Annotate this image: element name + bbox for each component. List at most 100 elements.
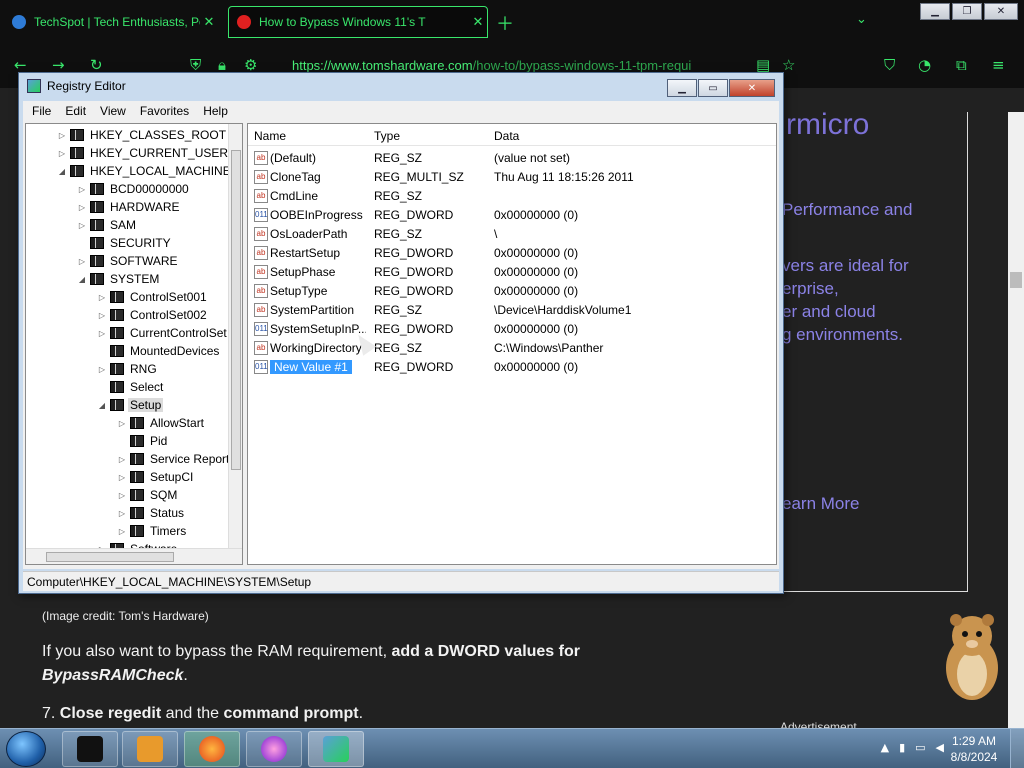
expand-arrow-icon[interactable]: ▷: [96, 293, 108, 302]
menu-file[interactable]: File: [23, 101, 56, 121]
ad-learn-more-link[interactable]: earn More: [782, 494, 859, 514]
taskbar-media-player[interactable]: [122, 731, 178, 767]
value-row[interactable]: 011 New Value #1 REG_DWORD 0x00000000 (0): [248, 358, 776, 377]
tree-node[interactable]: ▷ RNG: [96, 360, 159, 378]
tree-node[interactable]: ◢ HKEY_LOCAL_MACHINE: [56, 162, 233, 180]
tree-node[interactable]: ▷ HKEY_CURRENT_USER: [56, 144, 230, 162]
expand-arrow-icon[interactable]: ▷: [116, 473, 128, 482]
new-tab-icon[interactable]: ＋: [496, 10, 514, 36]
taskbar-explorer[interactable]: [62, 731, 118, 767]
value-row[interactable]: ab RestartSetup REG_DWORD 0x00000000 (0): [248, 244, 776, 263]
tree-node[interactable]: ▷ SOFTWARE: [76, 252, 180, 270]
tree-node[interactable]: ◢ SYSTEM: [76, 270, 161, 288]
tree-node[interactable]: ▷ ControlSet002: [96, 306, 209, 324]
tray-app-icon[interactable]: ▮: [899, 741, 905, 754]
values-list[interactable]: Name Type Data ab (Default) REG_SZ (value n…: [247, 123, 777, 565]
expand-arrow-icon[interactable]: ▷: [56, 149, 68, 158]
expand-arrow-icon[interactable]: ▷: [76, 221, 88, 230]
taskbar-regedit[interactable]: [308, 731, 364, 767]
value-row[interactable]: ab CmdLine REG_SZ: [248, 187, 776, 206]
list-tabs-icon[interactable]: ⌄: [856, 12, 867, 27]
tree-hscroll-thumb[interactable]: [46, 552, 174, 562]
value-row[interactable]: 011 OOBEInProgress REG_DWORD 0x00000000 (0): [248, 206, 776, 225]
taskbar-app[interactable]: [246, 731, 302, 767]
menu-favorites[interactable]: Favorites: [131, 101, 194, 121]
tree-node[interactable]: ▷ SAM: [76, 216, 138, 234]
page-scrollbar-thumb[interactable]: [1010, 272, 1022, 288]
show-desktop-button[interactable]: [1010, 729, 1024, 768]
expand-arrow-icon[interactable]: ▷: [96, 311, 108, 320]
tree-node[interactable]: ▷ ControlSet001: [96, 288, 209, 306]
tree-node[interactable]: Select: [96, 378, 165, 396]
clock[interactable]: 1:29 AM 8/8/2024: [944, 733, 1004, 765]
column-data[interactable]: Data: [494, 129, 519, 143]
tree-node[interactable]: ▷ CurrentControlSet: [96, 324, 229, 342]
tree-horizontal-scrollbar[interactable]: [26, 548, 242, 564]
maximize-button[interactable]: ▭: [698, 79, 728, 97]
value-row[interactable]: ab WorkingDirectory REG_SZ C:\Windows\Panth…: [248, 339, 776, 358]
expand-arrow-icon[interactable]: ▷: [116, 491, 128, 500]
value-row[interactable]: 011 SystemSetupInP... REG_DWORD 0x00000000 …: [248, 320, 776, 339]
taskbar-firefox[interactable]: [184, 731, 240, 767]
network-icon[interactable]: ▭: [915, 741, 925, 754]
tree-node[interactable]: ▷ Status: [116, 504, 186, 522]
tab-close-icon[interactable]: ✕: [200, 14, 218, 30]
tree-node[interactable]: ◢ Setup: [96, 396, 164, 414]
menu-icon[interactable]: ≡: [992, 56, 1005, 74]
page-scrollbar[interactable]: [1008, 112, 1024, 728]
tree-node[interactable]: ▷ HARDWARE: [76, 198, 182, 216]
extensions-icon[interactable]: ⧉: [956, 56, 967, 74]
tree-node[interactable]: ▷ SQM: [116, 486, 179, 504]
tree-node[interactable]: MountedDevices: [96, 342, 221, 360]
expand-arrow-icon[interactable]: ▷: [76, 203, 88, 212]
timer-icon[interactable]: ◔: [918, 56, 931, 74]
volume-icon[interactable]: ◀: [936, 741, 944, 754]
ad-brand[interactable]: rmicro: [786, 108, 869, 142]
tab-techspot[interactable]: TechSpot | Tech Enthusiasts, Po ✕: [6, 6, 218, 38]
expand-arrow-icon[interactable]: ▷: [76, 257, 88, 266]
value-row[interactable]: ab OsLoaderPath REG_SZ \: [248, 225, 776, 244]
close-button[interactable]: ✕: [984, 3, 1018, 20]
value-row[interactable]: ab SetupPhase REG_DWORD 0x00000000 (0): [248, 263, 776, 282]
collapse-arrow-icon[interactable]: ◢: [56, 167, 68, 176]
tree-node[interactable]: ▷ HKEY_CLASSES_ROOT: [56, 126, 228, 144]
tree-node[interactable]: ▷ BCD00000000: [76, 180, 191, 198]
key-tree[interactable]: ▷Software▷Timers▷Status▷SQM▷SetupCI▷Serv…: [25, 123, 243, 565]
expand-arrow-icon[interactable]: ▷: [56, 131, 68, 140]
expand-arrow-icon[interactable]: ▷: [96, 365, 108, 374]
value-row[interactable]: ab (Default) REG_SZ (value not set): [248, 149, 776, 168]
expand-arrow-icon[interactable]: ▷: [116, 509, 128, 518]
address-bar[interactable]: https://www.tomshardware.com/how-to/bypa…: [292, 58, 691, 73]
column-type[interactable]: Type: [374, 129, 400, 143]
minimize-button[interactable]: ▁: [920, 3, 950, 20]
tab-close-icon[interactable]: ✕: [469, 14, 487, 30]
tree-node[interactable]: ▷ Service Report: [116, 450, 231, 468]
menu-view[interactable]: View: [91, 101, 131, 121]
close-button[interactable]: ✕: [729, 79, 775, 97]
expand-arrow-icon[interactable]: ▷: [76, 185, 88, 194]
value-row[interactable]: ab SetupType REG_DWORD 0x00000000 (0): [248, 282, 776, 301]
value-row[interactable]: ab SystemPartition REG_SZ \Device\HarddiskV…: [248, 301, 776, 320]
tree-node[interactable]: SECURITY: [76, 234, 173, 252]
column-name[interactable]: Name: [254, 129, 286, 143]
tab-tomshardware[interactable]: How to Bypass Windows 11's T ✕: [228, 6, 488, 38]
tree-node[interactable]: ▷ SetupCI: [116, 468, 195, 486]
pocket-icon[interactable]: ⛉: [884, 56, 895, 74]
menu-edit[interactable]: Edit: [56, 101, 91, 121]
bookmark-star-icon[interactable]: ☆: [782, 56, 795, 74]
expand-arrow-icon[interactable]: ▷: [96, 329, 108, 338]
expand-arrow-icon[interactable]: ▷: [116, 419, 128, 428]
tray-expand-icon[interactable]: ▲: [881, 741, 889, 754]
menu-help[interactable]: Help: [194, 101, 233, 121]
maximize-button[interactable]: ❐: [952, 3, 982, 20]
start-button[interactable]: [6, 731, 46, 767]
collapse-arrow-icon[interactable]: ◢: [76, 275, 88, 284]
collapse-arrow-icon[interactable]: ◢: [96, 401, 108, 410]
expand-arrow-icon[interactable]: ▷: [116, 455, 128, 464]
tree-node[interactable]: ▷ Timers: [116, 522, 188, 540]
value-row[interactable]: ab CloneTag REG_MULTI_SZ Thu Aug 11 18:15:2…: [248, 168, 776, 187]
tree-node[interactable]: Pid: [116, 432, 169, 450]
tree-vertical-scrollbar[interactable]: [228, 124, 242, 548]
tree-node[interactable]: ▷ AllowStart: [116, 414, 206, 432]
expand-arrow-icon[interactable]: ▷: [116, 527, 128, 536]
